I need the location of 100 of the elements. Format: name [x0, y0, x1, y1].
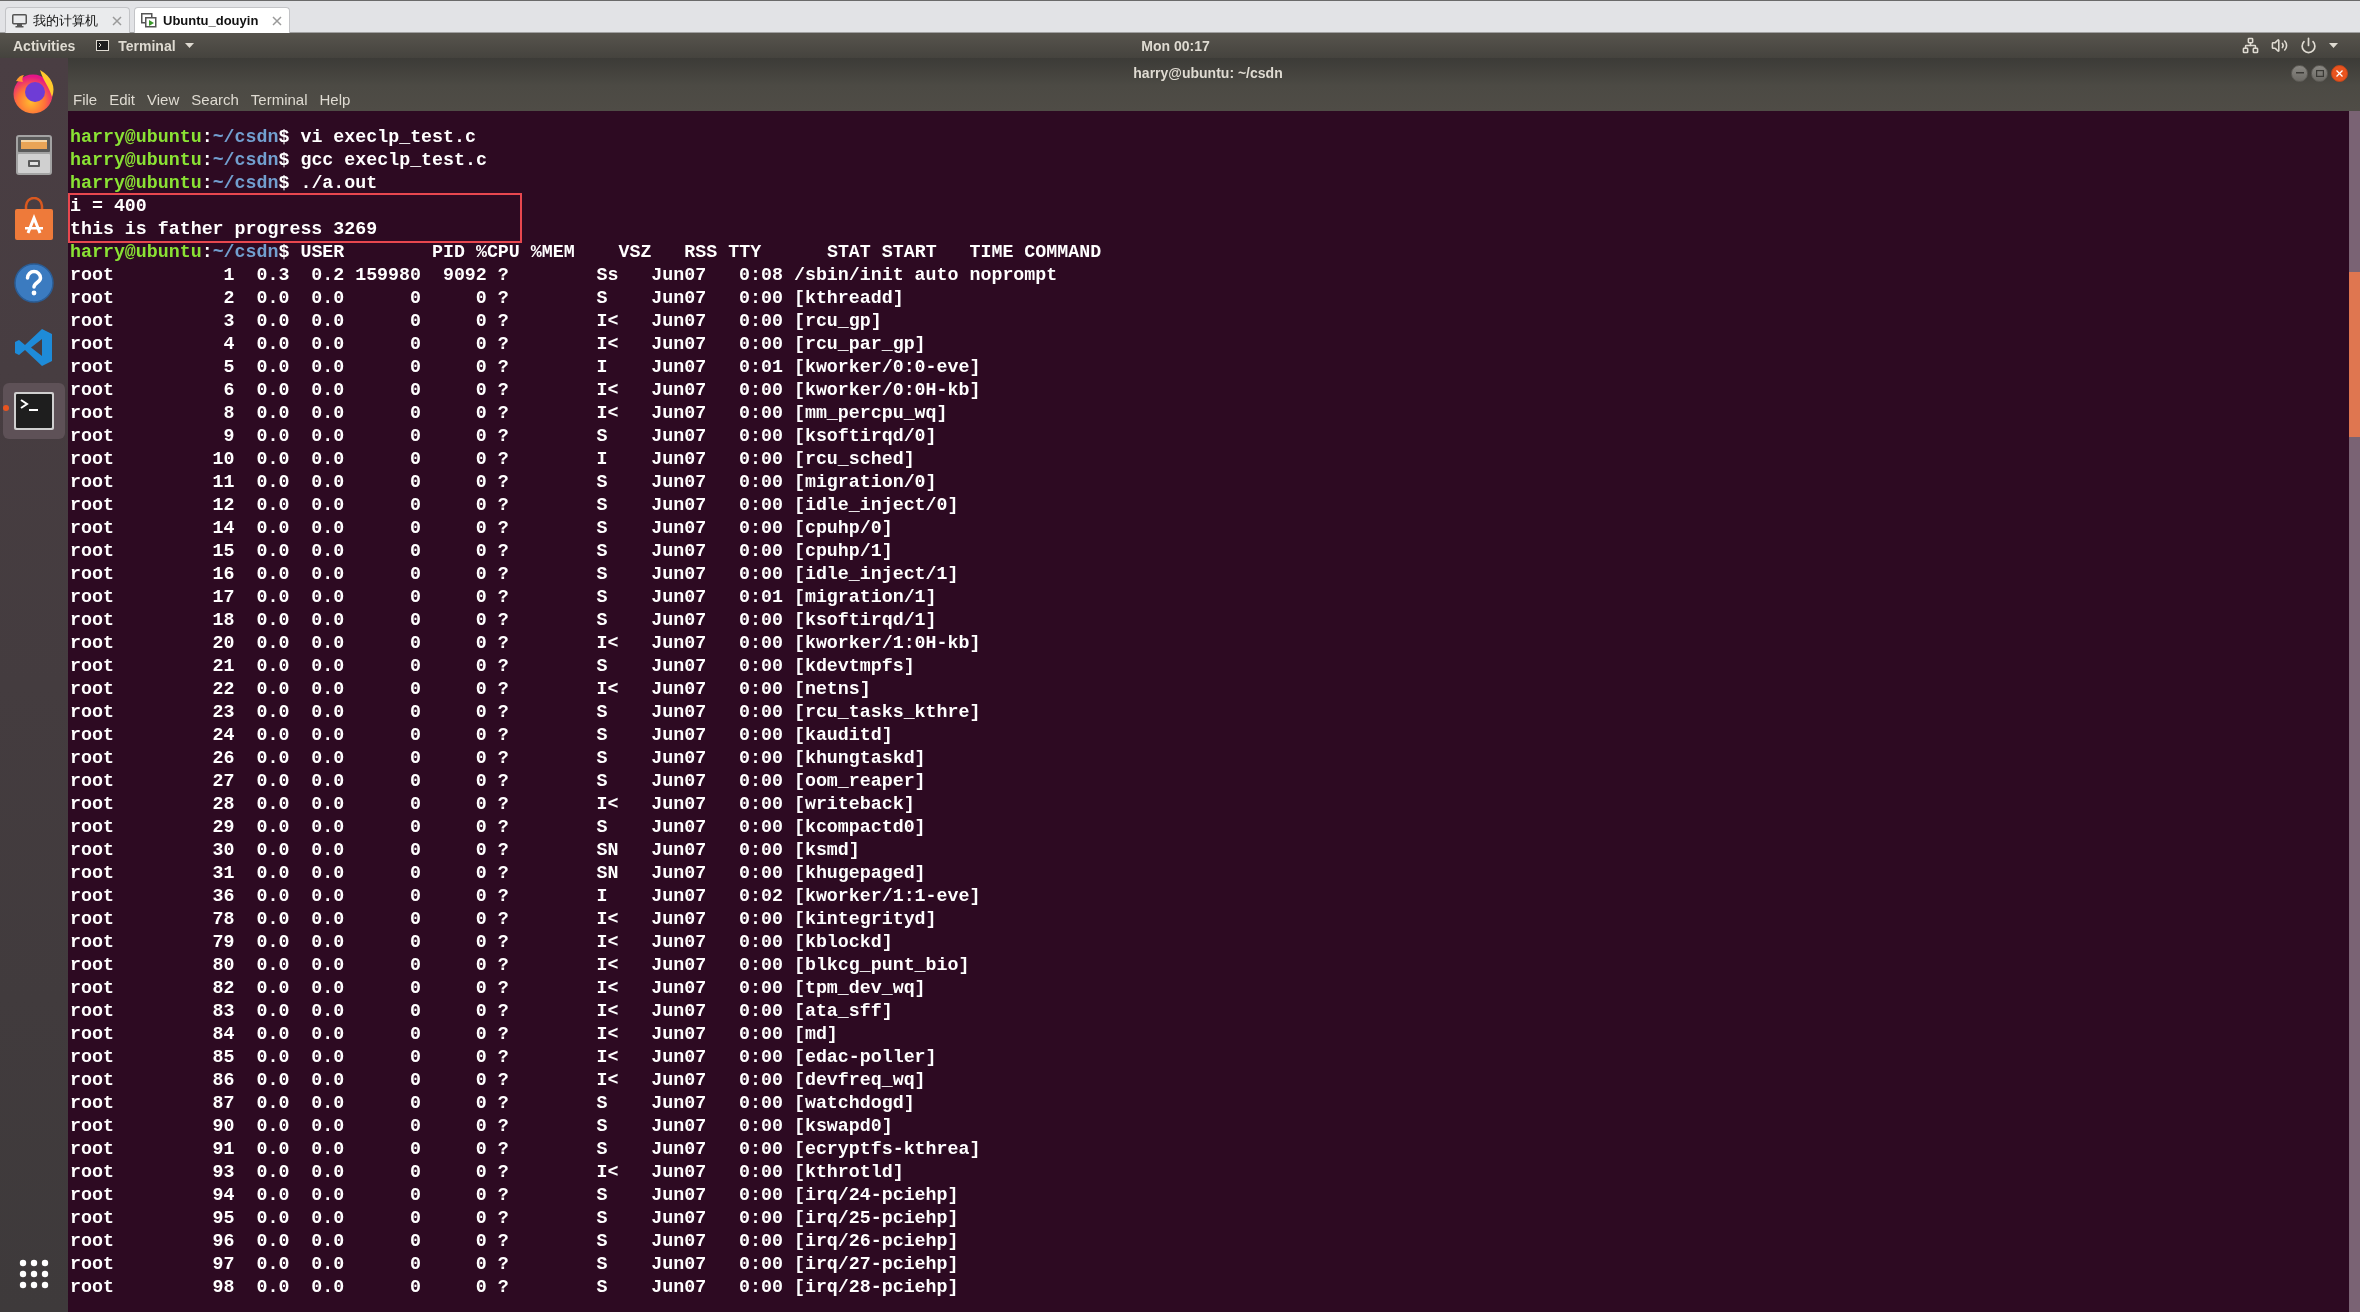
table-cell: 29 — [212, 816, 235, 839]
table-cell: Jun07 — [651, 448, 707, 471]
menu-item[interactable]: View — [147, 91, 180, 108]
table-cell: 0 — [475, 310, 487, 333]
activities-button[interactable]: Activities — [13, 37, 76, 54]
table-cell: Jun07 — [651, 770, 707, 793]
minimize-icon — [2295, 72, 2304, 74]
table-cell: root — [70, 1230, 114, 1253]
table-cell: S — [596, 1092, 608, 1115]
table-cell: 0.0 — [256, 701, 290, 724]
monitor-icon — [12, 13, 27, 28]
output-header-text: %CPU — [475, 241, 520, 264]
table-cell: [khugepaged] — [793, 862, 926, 885]
table-cell: [kauditd] — [793, 724, 893, 747]
app-menu-button[interactable]: Terminal — [96, 37, 194, 54]
close-icon[interactable] — [272, 15, 283, 26]
table-cell: Jun07 — [651, 632, 707, 655]
table-cell: S — [596, 1184, 608, 1207]
table-cell: 0 — [475, 724, 487, 747]
table-cell: 0 — [410, 586, 421, 609]
table-cell: ? — [497, 678, 509, 701]
table-cell: 0.0 — [256, 563, 290, 586]
menu-item[interactable]: Terminal — [250, 91, 308, 108]
table-cell: 0.0 — [256, 908, 290, 931]
volume-icon[interactable] — [2271, 37, 2288, 54]
table-cell: 0 — [410, 655, 421, 678]
table-cell: 0.0 — [311, 1184, 345, 1207]
minimize-button[interactable] — [2291, 64, 2308, 82]
table-cell: ? — [497, 931, 509, 954]
table-cell: 0.0 — [256, 862, 290, 885]
table-cell: I< — [596, 793, 619, 816]
table-cell: 0 — [475, 1000, 487, 1023]
host-tab[interactable]: Ubuntu_douyin — [134, 7, 291, 33]
table-cell: ? — [497, 540, 509, 563]
table-cell: 0 — [410, 724, 421, 747]
table-cell: 0.0 — [311, 287, 345, 310]
table-cell: 0 — [475, 1023, 487, 1046]
table-cell: [khungtaskd] — [793, 747, 926, 770]
table-cell: root — [70, 816, 114, 839]
table-cell: 0.0 — [311, 1276, 345, 1299]
power-icon[interactable] — [2300, 37, 2317, 54]
table-cell: [kthreadd] — [793, 287, 904, 310]
table-cell: 0:00 — [739, 1000, 783, 1023]
table-cell: 0.0 — [311, 793, 345, 816]
caret-icon — [2329, 43, 2338, 48]
table-cell: [kworker/1:0H-kb] — [793, 632, 981, 655]
table-cell: 0.0 — [311, 1115, 345, 1138]
close-button[interactable] — [2331, 64, 2348, 82]
file-cabinet-icon — [13, 134, 55, 176]
table-cell: 0.0 — [256, 1000, 290, 1023]
table-cell: I< — [596, 1046, 619, 1069]
table-cell: 27 — [212, 770, 235, 793]
dock-item[interactable] — [3, 383, 65, 439]
clock-text[interactable]: Mon 00:17 — [1141, 37, 1210, 54]
table-cell: 0:00 — [739, 517, 783, 540]
table-cell: 0.0 — [311, 885, 345, 908]
output-text: i = 400 — [70, 195, 147, 218]
table-cell: 0.2 — [311, 264, 345, 287]
table-cell: 85 — [212, 1046, 235, 1069]
menu-item[interactable]: File — [73, 91, 98, 108]
table-cell: 0:00 — [739, 1023, 783, 1046]
table-cell: root — [70, 1207, 114, 1230]
table-cell: [cpuhp/0] — [793, 517, 893, 540]
table-cell: 0:00 — [739, 1161, 783, 1184]
menu-item[interactable]: Search — [191, 91, 239, 108]
table-cell: 0:00 — [739, 494, 783, 517]
table-cell: Jun07 — [651, 862, 707, 885]
table-cell: 0:00 — [739, 1046, 783, 1069]
table-cell: ? — [497, 747, 509, 770]
table-cell: S — [596, 540, 608, 563]
table-cell: 0.0 — [256, 1253, 290, 1276]
table-cell: 0:00 — [739, 333, 783, 356]
table-cell: 0:00 — [739, 839, 783, 862]
table-cell: Jun07 — [651, 816, 707, 839]
table-cell: 0 — [410, 402, 421, 425]
menu-item[interactable]: Help — [319, 91, 351, 108]
table-cell: 2 — [223, 287, 235, 310]
table-cell: 0:00 — [739, 931, 783, 954]
table-cell: /sbin/init auto noprompt — [793, 264, 1058, 287]
command-text: vi execlp_test.c — [300, 126, 476, 149]
output-header-text: STAT — [826, 241, 871, 264]
table-cell: 0:00 — [739, 402, 783, 425]
table-cell: 0 — [475, 977, 487, 1000]
menu-item[interactable]: Edit — [109, 91, 136, 108]
table-cell: S — [596, 724, 608, 747]
table-cell: 0 — [410, 1161, 421, 1184]
table-cell: root — [70, 264, 114, 287]
table-cell: 0.0 — [311, 701, 345, 724]
table-cell: root — [70, 517, 114, 540]
scrollbar-track[interactable] — [2349, 111, 2360, 1312]
table-cell: I< — [596, 1000, 619, 1023]
table-cell: Jun07 — [651, 425, 707, 448]
table-cell: 0.0 — [311, 1207, 345, 1230]
host-tab[interactable]: 我的计算机 — [5, 7, 130, 33]
output-header-text: %MEM — [530, 241, 575, 264]
table-cell: ? — [497, 839, 509, 862]
table-cell: ? — [497, 724, 509, 747]
network-icon[interactable] — [2242, 37, 2259, 54]
table-cell: 0 — [475, 862, 487, 885]
scrollbar-thumb[interactable] — [2349, 272, 2360, 437]
